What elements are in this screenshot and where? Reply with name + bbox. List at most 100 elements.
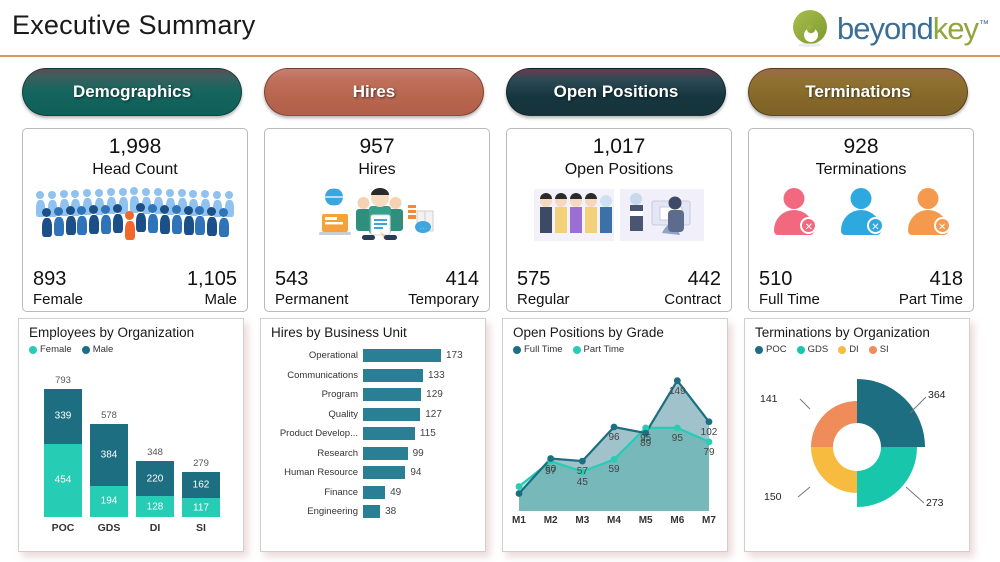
kpi-head-count-total: 1,998 [108, 135, 162, 158]
kpi-terminations-total: 928 [843, 135, 879, 158]
area-point-label-part-time: 45 [576, 476, 588, 488]
legend-item-male[interactable]: Male [81, 344, 114, 355]
area-point-label-part-time: 79 [703, 446, 715, 458]
area-point-label-full-time: 89 [640, 438, 652, 450]
bar-value-label: 127 [425, 408, 442, 420]
area-point-label-full-time: 96 [608, 432, 620, 443]
bar-category-label: Communications [287, 369, 358, 381]
stacked-column-chart[interactable]: 793 339 454 POC 578 384 194 GDS 348 220 128 DI 279 16… [28, 357, 234, 535]
column-category-label: DI [149, 522, 161, 534]
tab-hires[interactable]: Hires [264, 68, 484, 116]
page-title: Executive Summary [12, 10, 256, 40]
kpi-female-value: 893 [33, 268, 67, 290]
legend-item-female[interactable]: Female [29, 344, 72, 355]
column-di[interactable]: 348 220 128 DI [136, 447, 174, 534]
column-poc[interactable]: 793 339 454 POC [44, 375, 82, 534]
segment-value-female: 454 [54, 474, 72, 486]
donut-value-label-poc: 364 [928, 389, 946, 401]
chart-title-employees: Employees by Organization [29, 325, 195, 340]
x-axis-tick: M7 [702, 515, 716, 526]
person-figure-front [148, 203, 159, 233]
donut-chart[interactable]: 364 273 150 141 [746, 355, 968, 535]
column-total-label: 348 [147, 446, 163, 458]
legend-item-gds[interactable]: GDS [796, 344, 829, 355]
legend-swatch-male [81, 345, 90, 354]
column-gds[interactable]: 578 384 194 GDS [90, 410, 128, 534]
area-chart[interactable]: 57 45 59 95 95 79 60 57 96 89 149 102 M1 M2 M3 M4 M5 M6 M7 [511, 357, 719, 529]
bar-fill [363, 349, 441, 363]
kpi-card-head-count[interactable]: 1,998 Head Count 893 1,105 Female Male [22, 128, 248, 312]
bar-value-label: 38 [385, 506, 397, 518]
bar-fill [363, 446, 408, 460]
legend-item-full-time[interactable]: Full Time [513, 344, 563, 355]
kpi-regular-value: 575 [517, 268, 551, 290]
bar-row[interactable]: Research 99 [267, 444, 477, 464]
legend-item-poc[interactable]: POC [755, 344, 787, 355]
bar-row[interactable]: Finance 49 [267, 483, 477, 503]
area-point-label-full-time: 102 [700, 426, 718, 438]
tab-demographics[interactable]: Demographics [22, 68, 242, 116]
legend-swatch-poc [755, 345, 763, 354]
segment-value-male: 220 [146, 473, 164, 485]
bar-row[interactable]: Quality 127 [267, 405, 477, 425]
candidates-interview-illustration-icon [507, 181, 731, 245]
donut-value-label-gds: 273 [926, 497, 944, 509]
donut-value-label-di: 150 [764, 491, 782, 503]
chart-panel-terminations-by-organization[interactable]: Terminations by Organization POC GDS DI SI … [744, 318, 970, 552]
donut-value-label-si: 141 [760, 393, 778, 405]
kpi-temporary-label: Temporary [408, 291, 479, 308]
legend-item-si[interactable]: SI [868, 344, 889, 355]
kpi-card-open-positions[interactable]: 1,017 Open Positions 575 442 Regular Con… [506, 128, 732, 312]
legend-item-part-time[interactable]: Part Time [572, 344, 625, 355]
kpi-full-time-value: 510 [759, 268, 793, 290]
bar-category-label: Product Develop... [279, 428, 358, 440]
chart-title-hires: Hires by Business Unit [271, 325, 407, 340]
kpi-hires-total: 957 [359, 135, 395, 158]
legend-item-di[interactable]: DI [838, 344, 859, 355]
legend-label-si: SI [879, 344, 889, 355]
chart-panel-hires-by-business-unit[interactable]: Hires by Business Unit Operational 173 Com… [260, 318, 486, 552]
x-axis-tick: M6 [670, 515, 685, 526]
person-figure-front [195, 206, 206, 236]
bar-value-label: 133 [427, 369, 445, 381]
tab-terminations[interactable]: Terminations [748, 68, 968, 116]
bar-row[interactable]: Human Resource 94 [267, 463, 477, 483]
legend-label-gds: GDS [807, 344, 829, 355]
kpi-card-hires[interactable]: 957 Hires . . . 543 414 Permanent Tempor… [264, 128, 490, 312]
trademark-symbol: ™ [979, 19, 989, 31]
kpi-terminations-label: Terminations [815, 161, 907, 178]
segment-value-male: 384 [100, 449, 118, 461]
bar-row[interactable]: Communications 133 [267, 366, 477, 386]
column-category-label: POC [51, 522, 75, 534]
kpi-regular-label: Regular [517, 291, 570, 308]
tab-demographics-label: Demographics [72, 82, 192, 101]
bar-row[interactable]: Product Develop... 115 [267, 424, 477, 444]
chart-panel-open-positions-by-grade[interactable]: Open Positions by Grade Full Time Part T… [502, 318, 728, 552]
legend-label-di: DI [849, 344, 859, 355]
legend-label-part-time: Part Time [583, 344, 625, 355]
kpi-card-terminations[interactable]: 928 Terminations ✕ ✕ ✕ 510 418 Full Time… [748, 128, 974, 312]
x-axis-tick: M3 [575, 515, 590, 526]
legend-label-male: Male [92, 344, 114, 355]
bar-fill [363, 466, 406, 480]
x-axis-tick: M1 [512, 515, 526, 526]
legend-swatch-di [838, 345, 847, 354]
horizontal-bar-chart[interactable]: Operational 173 Communications 133 Program 12… [261, 340, 485, 522]
person-figure-front [160, 204, 170, 234]
tab-terminations-label: Terminations [805, 82, 911, 101]
kpi-head-count-label: Head Count [92, 161, 178, 178]
bar-row[interactable]: Operational 173 [267, 346, 477, 366]
bar-fill [363, 368, 423, 382]
kpi-contract-label: Contract [664, 291, 721, 308]
person-figure-front [207, 206, 218, 236]
logo-text-key: key [932, 10, 979, 46]
bar-fill [363, 485, 386, 499]
column-si[interactable]: 279 162 117 SI [182, 458, 220, 534]
bar-row[interactable]: Engineering 38 [267, 502, 477, 522]
bar-category-label: Quality [328, 408, 358, 420]
tab-open-positions[interactable]: Open Positions [506, 68, 726, 116]
x-axis-tick: M2 [543, 515, 558, 526]
legend-label-full-time: Full Time [524, 344, 563, 355]
chart-panel-employees-by-organization[interactable]: Employees by Organization Female Male 79… [18, 318, 244, 552]
bar-row[interactable]: Program 129 [267, 385, 477, 405]
